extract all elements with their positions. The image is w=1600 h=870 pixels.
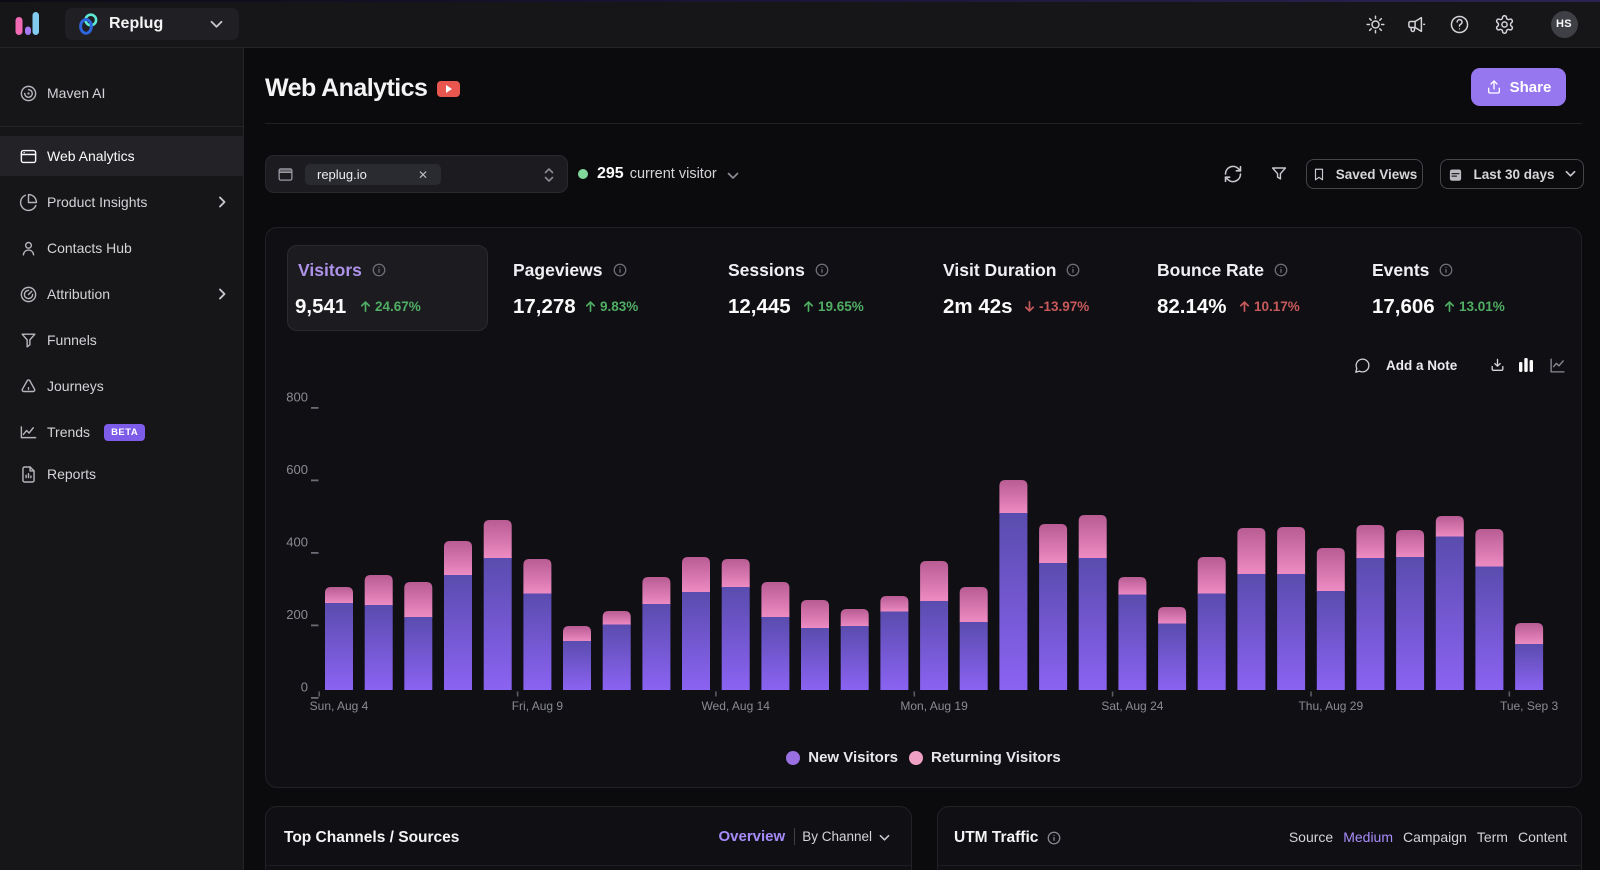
svg-text:Wed, Aug 14: Wed, Aug 14 — [701, 699, 770, 713]
svg-text:0: 0 — [301, 680, 308, 695]
svg-text:Tue, Sep 3: Tue, Sep 3 — [1500, 699, 1559, 713]
svg-text:Fri, Aug 9: Fri, Aug 9 — [512, 699, 564, 713]
svg-text:Mon, Aug 19: Mon, Aug 19 — [900, 699, 968, 713]
svg-text:Sun, Aug 4: Sun, Aug 4 — [310, 699, 369, 713]
svg-text:800: 800 — [286, 390, 308, 405]
svg-text:600: 600 — [286, 462, 308, 477]
svg-text:400: 400 — [286, 535, 308, 550]
svg-text:200: 200 — [286, 607, 308, 622]
svg-text:Sat, Aug 24: Sat, Aug 24 — [1101, 699, 1163, 713]
svg-text:Thu, Aug 29: Thu, Aug 29 — [1298, 699, 1363, 713]
